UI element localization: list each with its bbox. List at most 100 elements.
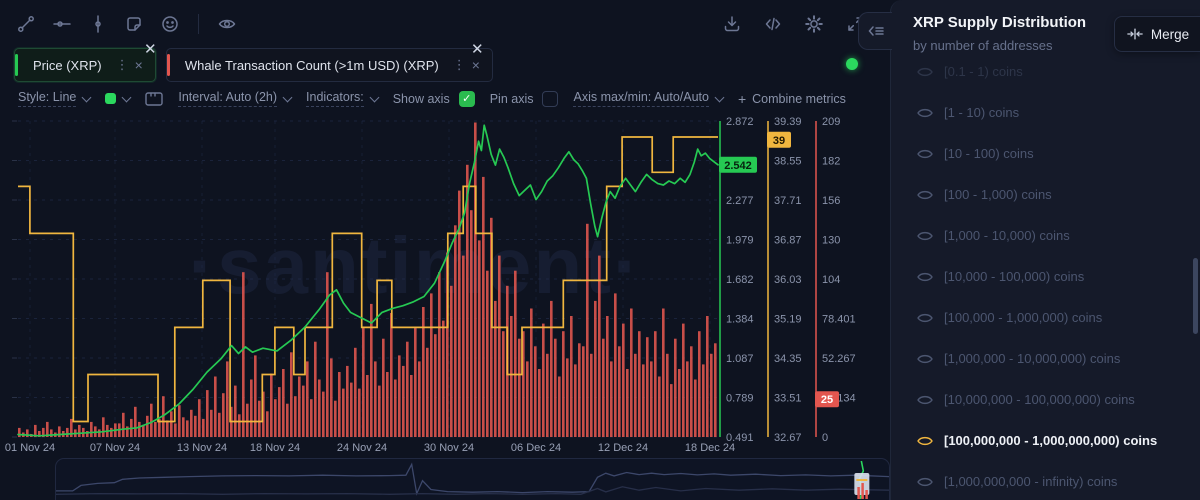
price-axis-tick: 2.277	[726, 195, 754, 207]
combine-metrics-button[interactable]: + Combine metrics	[738, 91, 846, 107]
supply-bucket-item[interactable]: [1,000 - 10,000) coins	[891, 215, 1200, 256]
supply-bucket-item[interactable]: [1 - 10) coins	[891, 92, 1200, 133]
tab-close-icon[interactable]: ×	[470, 58, 482, 72]
tab-options-icon[interactable]: ⋮	[453, 57, 466, 73]
panel-scrollbar[interactable]	[1193, 258, 1198, 334]
whale-value-badge: 25	[821, 394, 833, 406]
overview-secondary	[56, 487, 889, 495]
bucket-eye-icon	[917, 189, 933, 201]
tab-label: Whale Transaction Count (>1m USD) (XRP)	[185, 58, 439, 73]
pin-axis-checkbox[interactable]	[542, 91, 558, 107]
x-axis-date-label: 18 Nov 24	[250, 442, 300, 454]
price-axis-tick: 1.979	[726, 235, 754, 247]
whale-axis-tick: 0	[822, 432, 828, 444]
x-axis-date-label: 12 Dec 24	[598, 442, 648, 454]
supply-axis-tick: 36.03	[774, 274, 802, 286]
supply-bucket-item[interactable]: [100,000 - 1,000,000) coins	[891, 297, 1200, 338]
emoji-icon[interactable]	[158, 12, 182, 36]
price-axis-tick: 1.384	[726, 314, 754, 326]
bucket-label: [10,000,000 - 100,000,000) coins	[944, 392, 1135, 407]
embed-code-icon[interactable]	[761, 12, 785, 36]
chart-frame-icon[interactable]	[145, 92, 163, 106]
show-axis-checkbox[interactable]: ✓	[459, 91, 475, 107]
supply-axis-tick: 38.55	[774, 156, 802, 168]
supply-bucket-list: [0.1 - 1) coins [1 - 10) coins [10 - 100) …	[891, 62, 1200, 500]
axis-maxmin-dropdown[interactable]: Axis max/min: Auto/Auto	[573, 90, 722, 107]
tab-remove-button[interactable]: ✕	[471, 42, 484, 57]
supply-axis-tick: 32.67	[774, 432, 802, 444]
style-dropdown[interactable]: Style: Line	[18, 90, 90, 107]
bucket-eye-icon	[917, 476, 933, 488]
drawing-toolbar	[14, 12, 239, 36]
show-axis-toggle[interactable]: Show axis ✓	[393, 91, 475, 107]
price-axis-tick: 2.872	[726, 116, 754, 128]
chart-actions-toolbar	[720, 12, 867, 36]
download-icon[interactable]	[720, 12, 744, 36]
pin-axis-toggle[interactable]: Pin axis	[490, 91, 559, 107]
supply-bucket-item[interactable]: [100,000,000 - 1,000,000,000) coins	[891, 420, 1200, 461]
santiment-watermark: ·santiment·	[188, 221, 641, 310]
supply-axis-tick: 37.71	[774, 195, 802, 207]
price-axis-tick: 1.682	[726, 274, 754, 286]
tab-accent-bar	[167, 54, 170, 76]
timeline-minimap[interactable]	[55, 458, 890, 500]
live-indicator-dot	[846, 58, 858, 70]
supply-value-badge: 39	[773, 135, 785, 147]
x-axis-date-label: 07 Nov 24	[90, 442, 140, 454]
tab-price-xrp[interactable]: Price (XRP) ⋮ ×	[14, 48, 156, 82]
bucket-label: [100,000 - 1,000,000) coins	[944, 310, 1102, 325]
bucket-label: [1 - 10) coins	[944, 105, 1019, 120]
price-value-badge: 2.542	[724, 160, 752, 172]
supply-axis-tick: 33.51	[774, 393, 802, 405]
supply-distribution-panel: XRP Supply Distribution by number of add…	[890, 0, 1200, 500]
indicators-dropdown[interactable]: Indicators:	[306, 90, 378, 107]
supply-bucket-item[interactable]: [1,000,000,000 - infinity) coins	[891, 461, 1200, 500]
horizontal-line-icon[interactable]	[50, 12, 74, 36]
minimap-range-handle[interactable]	[854, 461, 869, 499]
tab-options-icon[interactable]: ⋮	[116, 57, 129, 73]
panel-subtitle: by number of addresses	[913, 38, 1052, 53]
trend-line-icon[interactable]	[14, 12, 38, 36]
main-chart-canvas[interactable]: ·santiment· 2.8722.5752.2771.9791.6821.3…	[0, 110, 890, 458]
supply-axis-tick: 35.19	[774, 314, 802, 326]
metric-tabs: Price (XRP) ⋮ × Whale Transaction Count …	[14, 48, 493, 82]
merge-button[interactable]: Merge	[1114, 16, 1200, 52]
bucket-label: [1,000 - 10,000) coins	[944, 228, 1070, 243]
chart-watermark: ·santiment·	[188, 221, 641, 310]
chevron-down-icon	[122, 92, 132, 102]
supply-axis-tick: 34.35	[774, 353, 802, 365]
eye-icon[interactable]	[215, 12, 239, 36]
bucket-label: [10,000 - 100,000) coins	[944, 269, 1084, 284]
chevron-down-icon	[283, 92, 293, 102]
bucket-eye-icon	[917, 230, 933, 242]
supply-bucket-item[interactable]: [10,000 - 100,000) coins	[891, 256, 1200, 297]
color-swatch-dropdown[interactable]	[105, 93, 130, 104]
x-axis-labels: 01 Nov 2407 Nov 2413 Nov 2418 Nov 2424 N…	[5, 442, 735, 454]
supply-bucket-item[interactable]: [1,000,000 - 10,000,000) coins	[891, 338, 1200, 379]
panel-title: XRP Supply Distribution	[913, 14, 1086, 31]
supply-bucket-item[interactable]: [10,000,000 - 100,000,000) coins	[891, 379, 1200, 420]
tab-label: Price (XRP)	[33, 58, 102, 73]
bucket-eye-icon	[917, 394, 933, 406]
whale-axis-tick: 104	[822, 274, 840, 286]
chart-settings-bar: Style: Line Interval: Auto (2h) Indicato…	[18, 90, 846, 107]
vertical-line-icon[interactable]	[86, 12, 110, 36]
bucket-eye-icon	[917, 107, 933, 119]
minimap-lines	[56, 464, 889, 494]
supply-bucket-item[interactable]: [10 - 100) coins	[891, 133, 1200, 174]
price-axis-tick: 1.087	[726, 353, 754, 365]
bucket-eye-icon	[917, 271, 933, 283]
supply-bucket-item[interactable]: [0.1 - 1) coins	[891, 62, 1200, 92]
note-icon[interactable]	[122, 12, 146, 36]
bucket-eye-icon	[917, 353, 933, 365]
supply-bucket-item[interactable]: [100 - 1,000) coins	[891, 174, 1200, 215]
whale-axis-tick: 156	[822, 195, 840, 207]
bucket-eye-icon	[917, 312, 933, 324]
tab-close-icon[interactable]: ×	[133, 58, 145, 72]
collapse-panel-icon[interactable]	[858, 12, 892, 50]
settings-icon[interactable]	[802, 12, 826, 36]
tab-remove-button[interactable]: ✕	[144, 42, 157, 57]
x-axis-date-label: 18 Dec 24	[685, 442, 735, 454]
tab-whale-transaction-count[interactable]: Whale Transaction Count (>1m USD) (XRP) …	[166, 48, 493, 82]
interval-dropdown[interactable]: Interval: Auto (2h)	[178, 90, 291, 107]
